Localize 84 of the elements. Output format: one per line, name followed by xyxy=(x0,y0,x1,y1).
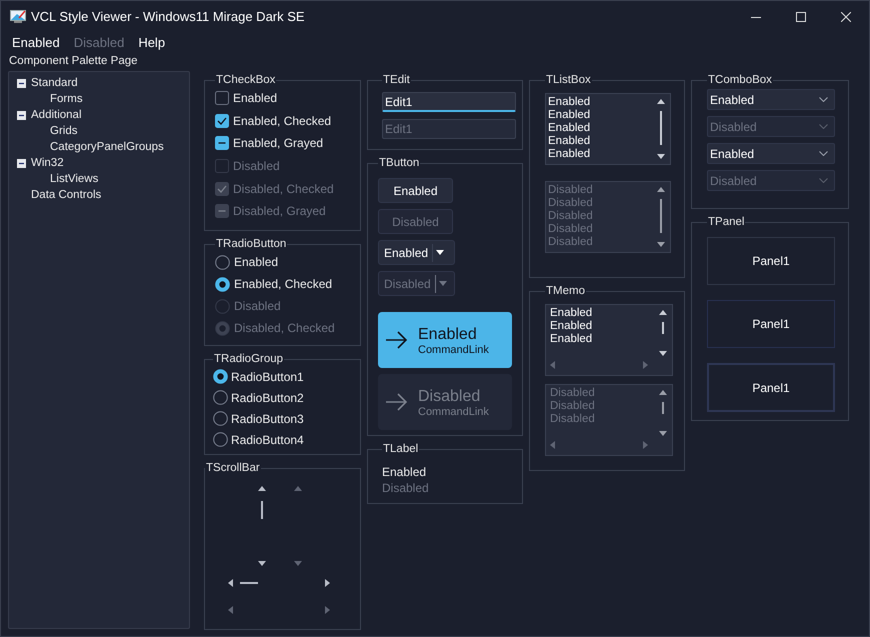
checkbox-label[interactable]: Enabled, Grayed xyxy=(233,136,324,150)
menu-item[interactable]: Enabled xyxy=(5,34,67,50)
close-icon[interactable] xyxy=(841,12,851,22)
memo-line: Disabled xyxy=(550,387,596,400)
memo-line: Disabled xyxy=(550,413,596,426)
chevron-down-icon xyxy=(819,151,828,156)
radio-button[interactable] xyxy=(213,411,228,426)
panel: Panel1 xyxy=(707,237,835,285)
tree-item[interactable]: ListViews xyxy=(50,173,98,185)
scrollbar[interactable] xyxy=(256,485,268,567)
collapse-icon[interactable] xyxy=(17,158,26,168)
group-title: TListBox xyxy=(545,73,592,87)
split-button[interactable]: Enabled xyxy=(378,240,455,265)
scrollbar[interactable] xyxy=(227,577,331,589)
group-title: TCheckBox xyxy=(215,73,276,87)
memo-line: Enabled xyxy=(550,333,594,346)
scrollbar[interactable] xyxy=(657,308,669,358)
memo-line: Enabled xyxy=(550,307,594,320)
tree-item[interactable]: Forms xyxy=(50,93,83,105)
chevron-down-icon xyxy=(819,124,828,129)
group-title: TRadioButton xyxy=(215,237,288,251)
tree-item[interactable]: Additional xyxy=(31,109,82,121)
tree-item[interactable]: CategoryPanelGroups xyxy=(50,141,164,153)
combo-box[interactable]: Enabled xyxy=(707,89,835,110)
radio-button[interactable] xyxy=(213,390,228,405)
caret-icon xyxy=(436,250,444,255)
list-item[interactable]: Enabled xyxy=(548,109,655,122)
radio-button[interactable] xyxy=(213,432,228,447)
arrow-icon xyxy=(386,331,408,349)
text-field[interactable]: Edit1 xyxy=(382,92,516,112)
tree-item[interactable]: Data Controls xyxy=(31,189,102,201)
scrollbar[interactable] xyxy=(655,97,667,161)
list-item[interactable]: Enabled xyxy=(548,122,655,135)
collapse-icon[interactable] xyxy=(17,78,26,88)
label-text: Enabled xyxy=(382,464,428,480)
group-title: TScrollBar xyxy=(205,461,261,475)
push-button[interactable]: Enabled xyxy=(378,178,453,203)
tree-item[interactable]: Standard xyxy=(31,77,78,89)
arrow-icon xyxy=(386,393,408,411)
panel: Panel1 xyxy=(707,363,835,412)
radio-button[interactable] xyxy=(215,254,230,270)
memo-line: Disabled xyxy=(550,400,596,413)
radio-button[interactable] xyxy=(215,276,230,292)
radio-label[interactable]: RadioButton4 xyxy=(231,432,304,446)
app-icon xyxy=(10,10,26,24)
scrollbar[interactable] xyxy=(549,360,649,370)
combo-box[interactable]: Enabled xyxy=(707,143,835,164)
list-item[interactable]: Enabled xyxy=(548,135,655,148)
group-title: TButton xyxy=(378,156,420,170)
menu-item[interactable]: Help xyxy=(131,34,172,50)
list-item[interactable]: Enabled xyxy=(548,96,655,109)
tree-item[interactable]: Win32 xyxy=(31,157,64,169)
group-title: TEdit xyxy=(382,73,411,87)
maximize-icon[interactable] xyxy=(796,12,806,22)
radio-label[interactable]: Enabled xyxy=(234,255,278,269)
panel: Panel1 xyxy=(707,300,835,348)
list-item[interactable]: Enabled xyxy=(548,148,655,161)
radio-label[interactable]: RadioButton2 xyxy=(231,390,304,404)
caret-icon xyxy=(438,281,447,286)
chevron-down-icon xyxy=(819,97,828,102)
list-box[interactable]: Enabled Enabled Enabled Enabled Enabled xyxy=(545,93,671,165)
group-title: TRadioGroup xyxy=(213,352,284,366)
group-title: TComboBox xyxy=(707,73,773,87)
chevron-down-icon xyxy=(819,178,828,183)
collapse-icon[interactable] xyxy=(17,110,26,120)
window-title: VCL Style Viewer - Windows11 Mirage Dark SE xyxy=(31,9,305,24)
palette-label: Component Palette Page xyxy=(8,54,139,69)
memo-field[interactable]: Enabled Enabled Enabled xyxy=(545,304,673,376)
group-title: TPanel xyxy=(707,215,746,229)
label-text: Disabled xyxy=(382,480,430,496)
checkbox-label[interactable]: Enabled, Checked xyxy=(233,114,332,128)
checkbox-label[interactable]: Enabled xyxy=(233,91,278,106)
checkbox[interactable] xyxy=(215,114,229,128)
checkbox[interactable] xyxy=(215,136,229,150)
radio-label[interactable]: Enabled, Checked xyxy=(234,277,332,291)
command-link-button[interactable]: Enabled CommandLink xyxy=(378,312,512,368)
radio-button[interactable] xyxy=(213,369,228,384)
checkbox[interactable] xyxy=(215,91,229,106)
memo-line: Enabled xyxy=(550,320,594,333)
group-title: TLabel xyxy=(382,442,420,456)
group-title: TMemo xyxy=(545,284,586,298)
radio-label[interactable]: RadioButton3 xyxy=(231,412,304,426)
radio-label[interactable]: RadioButton1 xyxy=(231,370,304,384)
tree-item[interactable]: Grids xyxy=(50,125,78,137)
